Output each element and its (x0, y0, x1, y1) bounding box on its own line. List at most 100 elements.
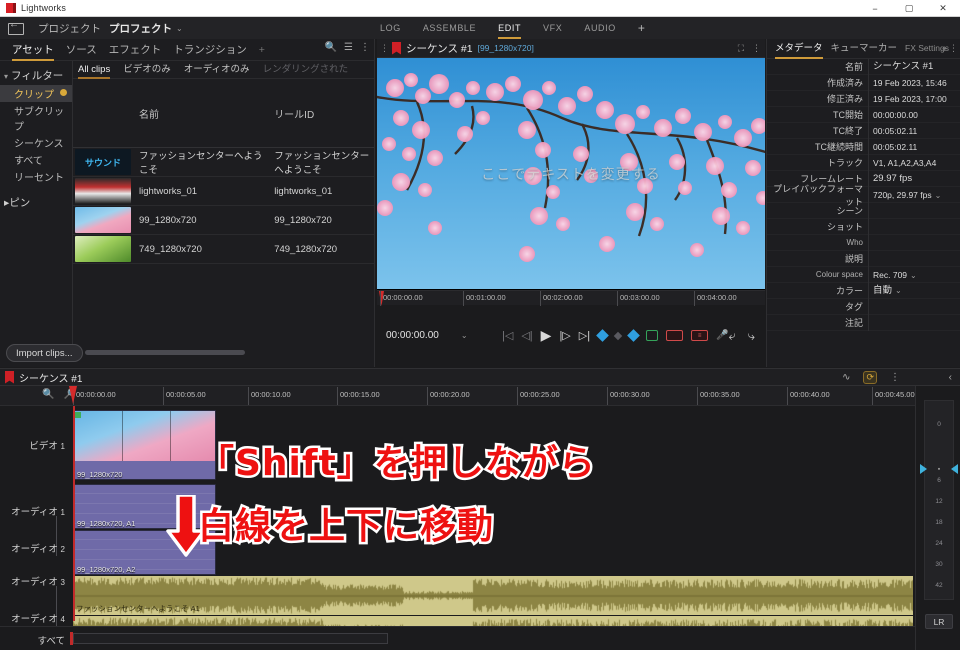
voiceover-button[interactable]: 🎤 (716, 330, 728, 341)
remove-button[interactable]: ≡ (691, 330, 709, 341)
kebab-icon[interactable]: ⋮ (752, 43, 761, 54)
clip-tab-audio-only[interactable]: オーディオのみ (184, 61, 250, 79)
insert-button[interactable] (646, 330, 659, 341)
timeline-panel: 🔍 🔎 00:00:00.00 00:00:05.00 00:00:10.00 … (0, 386, 915, 650)
viewer-ruler[interactable]: 00:00:00.00 00:01:00.00 00:02:00.00 00:0… (377, 290, 765, 306)
meter-right-icon[interactable] (950, 464, 958, 474)
timeline-clip-video[interactable]: 99_1280x720 (73, 410, 216, 480)
metadata-label: シーン (836, 206, 863, 216)
tab-edit[interactable]: EDIT (498, 17, 522, 39)
minimize-button[interactable]: − (858, 0, 892, 17)
kebab-icon[interactable]: ⋮ (890, 372, 900, 383)
snap-toggle-icon[interactable]: ⟳ (863, 370, 877, 384)
undo-icon[interactable]: ⤶ (728, 328, 735, 344)
filter-item-sequence[interactable]: シーケンス (0, 134, 72, 151)
search-icon[interactable]: 🔍 (325, 42, 337, 53)
redo-icon[interactable]: ⤷ (748, 328, 755, 344)
import-clips-button[interactable]: Import clips... (6, 344, 83, 362)
timeline-clip-audio-3[interactable]: ファッションセンターへようこそ A1 (73, 576, 913, 615)
step-back-button[interactable]: ◁| (521, 329, 532, 342)
mark-clear-button[interactable] (613, 331, 623, 340)
tab-vfx[interactable]: VFX (543, 17, 562, 39)
pin-section-header[interactable]: ▸ピン (0, 185, 72, 212)
meter-lr-button[interactable]: LR (925, 614, 953, 629)
playhead-line[interactable] (73, 406, 75, 621)
filter-header[interactable]: ▾ フィルター (0, 66, 72, 85)
kebab-icon[interactable]: ⋮ (360, 42, 370, 53)
clip-tab-all[interactable]: All clips (78, 61, 111, 79)
waveform-icon[interactable]: ∿ (842, 372, 850, 383)
horizontal-scrollbar[interactable] (85, 350, 245, 355)
viewer-panel: ⋮ シーケンス #1 [99_1280x720] ⛶ ⋮ ここでテキストを変更す… (377, 39, 765, 367)
close-button[interactable]: ✕ (926, 0, 960, 17)
filter-item-subclip[interactable]: サブクリップ (0, 102, 72, 134)
tab-transitions[interactable]: トランジション (173, 39, 247, 61)
metadata-value[interactable]: シーケンス #1 (868, 58, 960, 75)
column-reel-id[interactable]: リールID (268, 79, 374, 148)
metadata-value[interactable] (868, 202, 960, 219)
table-row[interactable]: 749_1280x720 749_1280x720 V1, A1, (73, 234, 394, 264)
tab-effects[interactable]: エフェクト (109, 39, 162, 61)
column-name[interactable]: 名前 (133, 79, 269, 148)
clip-tab-rendered[interactable]: レンダリングされた (263, 61, 349, 79)
tab-cue-markers[interactable]: キューマーカー (831, 39, 898, 59)
filter-item-clip[interactable]: クリップ (0, 85, 72, 102)
metadata-value[interactable]: 720p, 29.97 fps ⌄ (868, 186, 960, 203)
track-header-audio-4[interactable]: オーディオ 4 (11, 611, 65, 625)
meter-left-icon[interactable] (920, 464, 927, 474)
list-icon[interactable]: ☰ (344, 42, 353, 53)
table-row[interactable]: サウンド ファッションセンターへようこそ ファッションセンターへようこそ A1,… (73, 147, 406, 177)
table-row[interactable]: lightworks_01 lightworks_01 V1 (73, 176, 392, 206)
back-arrow-icon[interactable] (8, 19, 24, 35)
replace-button[interactable] (666, 330, 684, 341)
zoom-in-icon[interactable]: 🔍 (42, 389, 54, 400)
menu-project-label[interactable]: プロジェクト (38, 21, 101, 36)
kebab-icon[interactable]: ⋮ (380, 43, 389, 54)
metadata-value[interactable] (868, 234, 960, 251)
viewer-screen[interactable]: ここでテキストを変更する (377, 58, 765, 290)
meter-center-icon[interactable]: ▪ (938, 466, 940, 473)
go-to-start-button[interactable]: |◁ (502, 329, 513, 342)
viewer-timecode[interactable]: 00:00:00.00 (386, 330, 439, 341)
timeline-ruler[interactable]: 🔍 🔎 00:00:00.00 00:00:05.00 00:00:10.00 … (0, 386, 915, 406)
tab-assemble[interactable]: ASSEMBLE (423, 17, 476, 39)
tab-source[interactable]: ソース (66, 39, 97, 61)
mark-out-button[interactable] (627, 329, 640, 342)
collapse-panel-button[interactable]: ‹ (949, 372, 952, 383)
kebab-icon[interactable]: ⋮ (949, 43, 958, 54)
metadata-row-playback-format: プレイバックフォーマット 720p, 29.97 fps ⌄ (767, 184, 960, 207)
all-tracks-scrollbar[interactable] (73, 633, 388, 644)
filter-item-recent[interactable]: リーセント (0, 168, 72, 185)
metadata-value[interactable]: Rec. 709 ⌄ (868, 266, 960, 283)
filter-item-all[interactable]: すべて (0, 151, 72, 168)
menu-project-name[interactable]: プロフェクト (109, 21, 172, 36)
track-header-audio-3[interactable]: オーディオ 3 (11, 574, 65, 588)
tab-audio[interactable]: AUDIO (584, 17, 616, 39)
metadata-value: V1, A1,A2,A3,A4 (868, 154, 960, 171)
maximize-button[interactable]: ▢ (892, 0, 926, 17)
mark-in-button[interactable] (596, 329, 609, 342)
step-forward-button[interactable]: |▷ (559, 329, 570, 342)
chevron-down-icon[interactable]: ⌄ (461, 331, 468, 340)
table-row[interactable]: 99_1280x720 99_1280x720 V1, A1, (73, 205, 394, 235)
track-header-video-1[interactable]: ビデオ 1 (29, 438, 65, 452)
play-button[interactable]: ▶ (541, 327, 552, 344)
tab-add-panel-button[interactable]: + (259, 39, 265, 61)
tab-metadata[interactable]: メタデータ (775, 39, 823, 59)
chevron-down-icon[interactable]: ⌄ (176, 24, 183, 33)
metadata-value[interactable] (868, 218, 960, 235)
go-to-end-button[interactable]: ▷| (579, 329, 590, 342)
metadata-value[interactable] (868, 314, 960, 331)
tab-log[interactable]: LOG (380, 17, 401, 39)
clip-tab-video-only[interactable]: ビデオのみ (123, 61, 171, 79)
tab-assets[interactable]: アセット (12, 39, 54, 61)
add-tab-button[interactable]: + (942, 44, 947, 54)
metadata-value[interactable] (868, 250, 960, 267)
fullscreen-icon[interactable]: ⛶ (738, 43, 744, 54)
tab-add-button[interactable]: + (638, 17, 646, 39)
metadata-value[interactable]: 自動 ⌄ (868, 282, 960, 299)
track-header-audio-1[interactable]: オーディオ 1 (11, 504, 65, 518)
metadata-value[interactable] (868, 298, 960, 315)
track-header-audio-2[interactable]: オーディオ 2 (11, 541, 65, 555)
timeline-tick: 00:00:05.00 (163, 387, 206, 405)
